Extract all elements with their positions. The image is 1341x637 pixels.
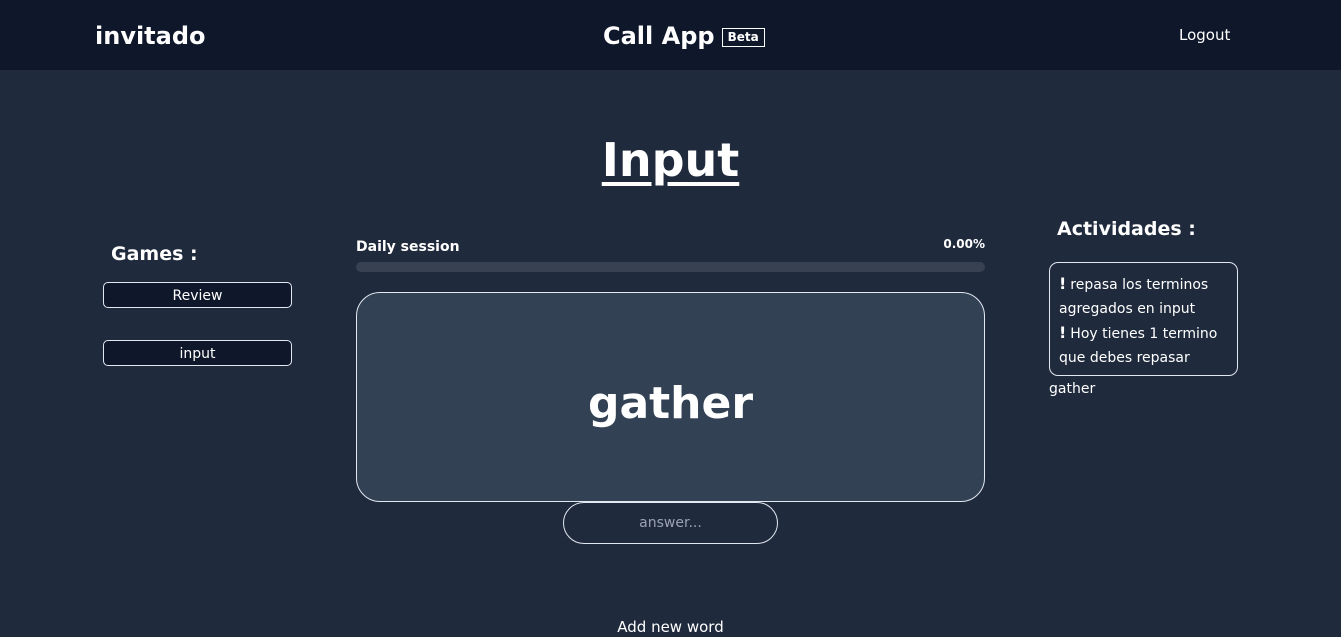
daily-session-percent: 0.00%: [943, 237, 985, 251]
review-game-button[interactable]: Review: [103, 282, 292, 308]
username-label: invitado: [95, 22, 206, 50]
pending-review-word: gather: [1049, 381, 1096, 397]
activity-item: ! Hoy tienes 1 termino que debes repasar: [1059, 321, 1229, 370]
app-brand: Call App Beta: [603, 20, 765, 52]
exclamation-icon: !: [1059, 323, 1067, 342]
activities-panel: ! repasa los terminos agregados en input …: [1049, 262, 1238, 376]
daily-session-progress-bar: [356, 262, 985, 272]
card-word: gather: [587, 378, 754, 429]
top-navbar: invitado Call App Beta Logout: [0, 0, 1341, 70]
beta-badge: Beta: [721, 28, 765, 47]
exclamation-icon: !: [1059, 274, 1067, 293]
daily-session-label: Daily session: [356, 239, 460, 255]
logout-link[interactable]: Logout: [1179, 25, 1230, 45]
word-card: gather: [356, 292, 985, 502]
activity-text: Hoy tienes 1 termino que debes repasar: [1059, 326, 1218, 366]
page-title-text: Input: [601, 133, 740, 187]
activities-heading: Actividades :: [1057, 218, 1196, 240]
input-game-button[interactable]: input: [103, 340, 292, 366]
activity-text: repasa los terminos agregados en input: [1059, 277, 1209, 317]
app-title: Call App: [603, 22, 715, 50]
answer-input[interactable]: [563, 502, 778, 544]
activity-item: ! repasa los terminos agregados en input: [1059, 272, 1229, 321]
page-title: Input: [0, 130, 1341, 190]
add-new-word-link[interactable]: Add new word: [0, 617, 1341, 637]
games-heading: Games :: [111, 243, 198, 265]
